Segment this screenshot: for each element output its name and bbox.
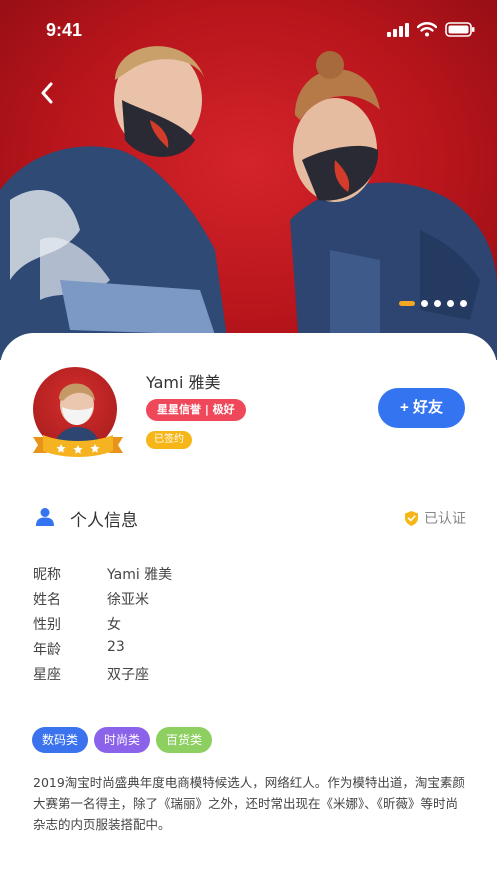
carousel-indicator[interactable]	[399, 300, 467, 307]
info-label: 姓名	[33, 592, 61, 608]
verified-label: 已认证	[424, 511, 466, 527]
info-value: Yami 雅美	[107, 567, 173, 583]
category-tags: 数码类 时尚类 百货类	[32, 727, 213, 753]
info-value: 徐亚米	[107, 592, 149, 608]
info-label: 星座	[33, 667, 61, 683]
carousel-dot[interactable]	[434, 300, 441, 307]
carousel-dot[interactable]	[460, 300, 467, 307]
info-value: 女	[107, 617, 121, 633]
credit-badge: 星星信誉 | 极好	[146, 399, 246, 421]
info-label: 年龄	[33, 642, 61, 658]
avatar[interactable]	[33, 367, 123, 459]
profile-name: Yami 雅美	[146, 373, 221, 392]
status-bar: 9:41	[0, 0, 497, 60]
section-title: 个人信息	[70, 511, 138, 531]
star-ribbon-icon	[33, 435, 123, 457]
status-time: 9:41	[46, 20, 83, 40]
profile-bio: 2019淘宝时尚盛典年度电商模特候选人，网络红人。作为模特出道，淘宝素颜大赛第一…	[33, 775, 465, 832]
wifi-icon	[417, 22, 437, 37]
tag-digital[interactable]: 数码类	[32, 727, 89, 753]
signal-icon	[387, 22, 409, 37]
add-friend-button[interactable]: + 好友	[378, 388, 465, 428]
profile-card: Yami 雅美 星星信誉 | 极好 已签约 + 好友 个人信息 已认证 昵称 Y…	[0, 333, 497, 883]
battery-icon	[445, 22, 475, 37]
carousel-dot-active[interactable]	[399, 301, 415, 306]
status-icons	[387, 22, 475, 37]
back-button[interactable]	[30, 76, 64, 110]
chevron-left-icon	[41, 82, 53, 104]
personal-info-header: 个人信息 已认证	[36, 505, 466, 531]
tag-fashion[interactable]: 时尚类	[94, 727, 151, 753]
info-value: 双子座	[107, 667, 149, 683]
verified-status: 已认证	[405, 508, 466, 528]
info-label: 昵称	[33, 567, 61, 583]
carousel-dot[interactable]	[447, 300, 454, 307]
carousel-dot[interactable]	[421, 300, 428, 307]
tag-general-goods[interactable]: 百货类	[156, 727, 213, 753]
signed-badge: 已签约	[146, 431, 192, 449]
info-value: 23	[107, 639, 125, 655]
info-label: 性别	[33, 617, 61, 633]
user-icon	[36, 508, 54, 526]
verified-shield-icon	[405, 510, 418, 526]
